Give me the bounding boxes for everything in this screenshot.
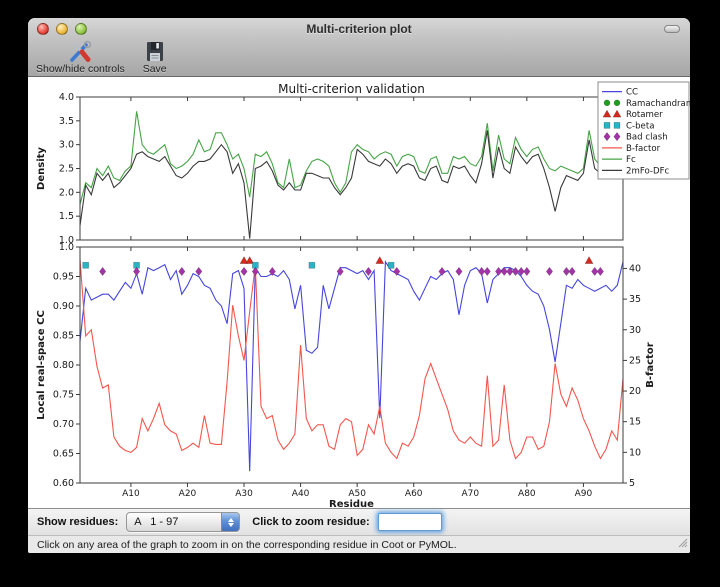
svg-text:A50: A50 bbox=[348, 489, 366, 499]
fc-line bbox=[80, 111, 623, 204]
svg-text:Bad clash: Bad clash bbox=[626, 133, 668, 143]
svg-text:CC: CC bbox=[626, 88, 638, 98]
svg-text:C-beta: C-beta bbox=[626, 121, 654, 131]
save-icon bbox=[144, 40, 166, 63]
svg-text:A10: A10 bbox=[122, 489, 140, 499]
toolbar-toggle-pill[interactable] bbox=[664, 25, 680, 33]
2mfo-dfc-line bbox=[80, 130, 623, 238]
svg-text:A30: A30 bbox=[235, 489, 253, 499]
cc-axis-label: Local real-space CC bbox=[36, 310, 47, 420]
save-label: Save bbox=[143, 63, 167, 75]
svg-text:2.0: 2.0 bbox=[59, 187, 74, 198]
svg-text:B-factor: B-factor bbox=[626, 144, 661, 154]
svg-text:0.75: 0.75 bbox=[53, 390, 74, 401]
svg-text:20: 20 bbox=[629, 386, 641, 397]
svg-text:A70: A70 bbox=[461, 489, 479, 499]
svg-text:A90: A90 bbox=[575, 489, 593, 499]
legend: CCRamachandranRotamerC-beta Bad clashB-fa… bbox=[598, 82, 690, 179]
c-beta-markers bbox=[83, 262, 394, 268]
close-button[interactable] bbox=[37, 23, 49, 35]
svg-text:A40: A40 bbox=[292, 489, 310, 499]
zoom-residue-input[interactable] bbox=[378, 513, 442, 531]
save-button[interactable]: Save bbox=[141, 40, 169, 75]
svg-text:40: 40 bbox=[629, 263, 641, 274]
svg-text:1.0: 1.0 bbox=[59, 242, 74, 253]
svg-text:0.85: 0.85 bbox=[53, 331, 74, 342]
svg-text:4.0: 4.0 bbox=[59, 92, 74, 103]
svg-text:0.95: 0.95 bbox=[53, 272, 74, 283]
multi-criterion-plot-window: Multi-criterion plot bbox=[28, 18, 690, 553]
svg-text:Fc: Fc bbox=[626, 155, 636, 165]
b-factor-line bbox=[80, 259, 623, 458]
svg-text:30: 30 bbox=[629, 325, 641, 336]
svg-text:A60: A60 bbox=[405, 489, 423, 499]
show-residues-value: A 1 - 97 bbox=[127, 513, 221, 531]
rotamer-markers bbox=[240, 257, 593, 264]
density-axis-label: Density bbox=[36, 147, 47, 190]
toolbar: Show/hide controls Save bbox=[34, 40, 169, 77]
cc-bfactor-panel: 1.0 0.95 0.90 0.85 0.80 0.75 0.70 0.65 0.60 40 35 3… bbox=[53, 242, 641, 499]
titlebar[interactable]: Multi-criterion plot bbox=[28, 18, 690, 40]
residue-axis-label: Residue bbox=[329, 499, 374, 508]
control-bar: Show residues: A 1 - 97 Click to zoom re… bbox=[28, 508, 690, 535]
density-panel: 4.03.53.02.52.01.51.0 bbox=[59, 92, 623, 246]
svg-text:0.65: 0.65 bbox=[53, 449, 74, 460]
svg-text:0.60: 0.60 bbox=[53, 478, 74, 489]
svg-text:35: 35 bbox=[629, 294, 641, 305]
svg-text:2.5: 2.5 bbox=[59, 164, 74, 175]
svg-text:2mFo-DFc: 2mFo-DFc bbox=[626, 166, 670, 176]
svg-text:A20: A20 bbox=[179, 489, 197, 499]
svg-text:10: 10 bbox=[629, 447, 641, 458]
resize-grip[interactable] bbox=[677, 537, 688, 551]
svg-text:5: 5 bbox=[629, 478, 635, 489]
svg-text:1.5: 1.5 bbox=[59, 211, 74, 222]
svg-text:25: 25 bbox=[629, 355, 641, 366]
zoom-residue-label: Click to zoom residue: bbox=[252, 516, 369, 528]
window-title: Multi-criterion plot bbox=[28, 18, 690, 40]
tools-icon bbox=[68, 40, 93, 63]
cc-line bbox=[80, 262, 623, 471]
show-residues-label: Show residues: bbox=[37, 516, 118, 528]
plot-title: Multi-criterion validation bbox=[278, 82, 425, 96]
desktop-background: Multi-criterion plot bbox=[0, 0, 720, 587]
svg-text:15: 15 bbox=[629, 417, 641, 428]
svg-text:3.5: 3.5 bbox=[59, 116, 74, 127]
svg-text:Ramachandran: Ramachandran bbox=[626, 99, 690, 109]
stepper-up-down-icon bbox=[221, 513, 239, 531]
svg-text:0.90: 0.90 bbox=[53, 301, 74, 312]
show-hide-controls-label: Show/hide controls bbox=[36, 63, 125, 75]
svg-text:0.70: 0.70 bbox=[53, 419, 74, 430]
svg-text:3.0: 3.0 bbox=[59, 140, 74, 151]
zoom-button[interactable] bbox=[75, 23, 87, 35]
svg-text:A80: A80 bbox=[518, 489, 536, 499]
window-chrome: Multi-criterion plot bbox=[28, 18, 690, 77]
status-text: Click on any area of the graph to zoom i… bbox=[37, 539, 457, 551]
bfactor-axis-label: B-factor bbox=[645, 342, 656, 387]
minimize-button[interactable] bbox=[56, 23, 68, 35]
status-bar: Click on any area of the graph to zoom i… bbox=[28, 535, 690, 553]
plot-canvas[interactable]: Multi-criterion validation 4.0 3.5 3.0 2.5 2.… bbox=[28, 77, 690, 508]
show-residues-select[interactable]: A 1 - 97 bbox=[126, 512, 240, 532]
show-hide-controls-button[interactable]: Show/hide controls bbox=[34, 40, 127, 75]
svg-text:Rotamer: Rotamer bbox=[626, 110, 663, 120]
plot-content-area: Multi-criterion validation 4.0 3.5 3.0 2.5 2.… bbox=[28, 77, 690, 508]
svg-text:0.80: 0.80 bbox=[53, 360, 74, 371]
